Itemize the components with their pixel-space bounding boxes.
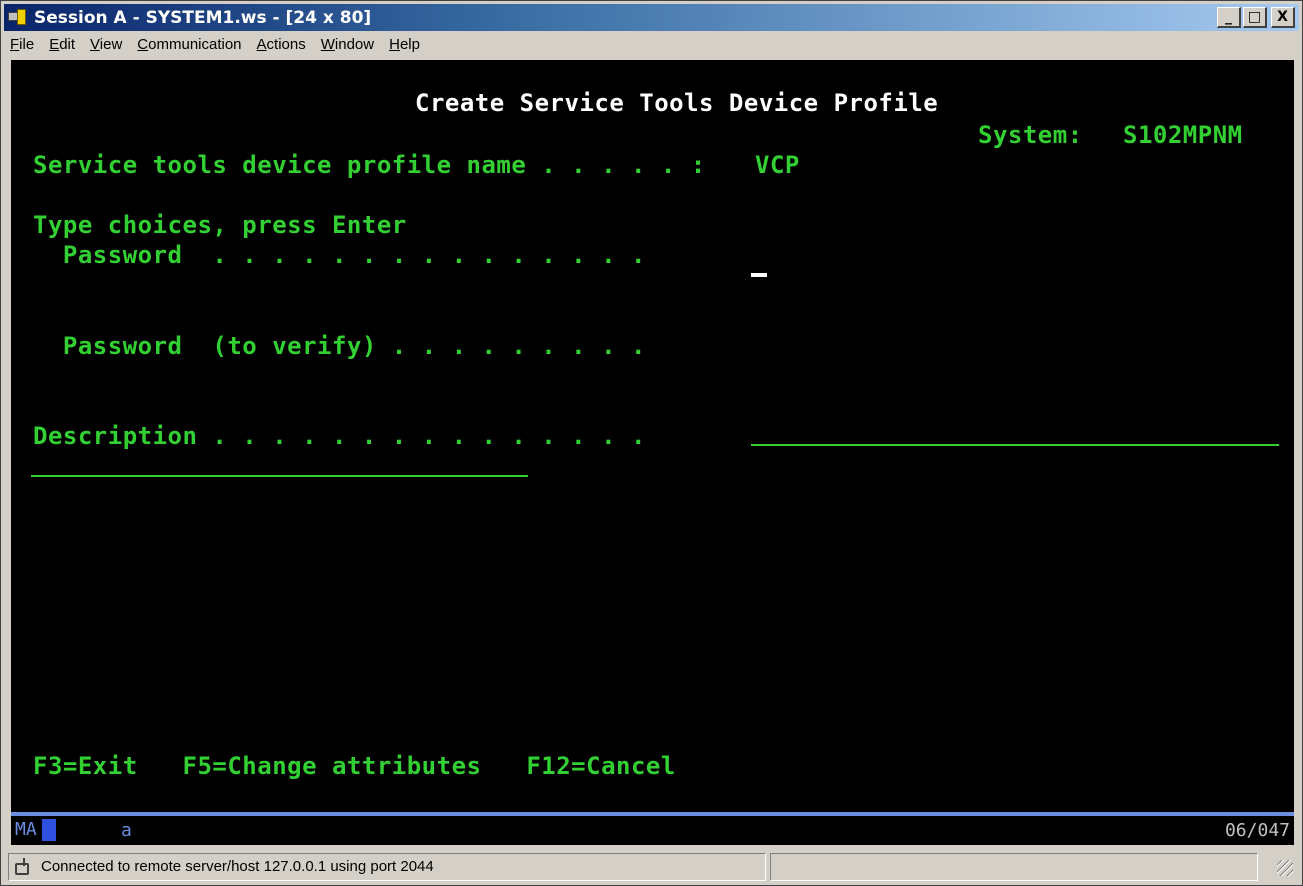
- close-icon: X: [1277, 9, 1288, 25]
- menu-bar: File Edit View Communication Actions Win…: [4, 31, 1299, 58]
- password-verify-field[interactable]: [751, 331, 1271, 361]
- menu-help-mnemonic: H: [389, 36, 400, 53]
- resize-grip-icon[interactable]: [1277, 860, 1293, 876]
- status-message: Connected to remote server/host 127.0.0.…: [41, 858, 434, 875]
- description-label: Description . . . . . . . . . . . . . . …: [33, 422, 646, 450]
- menu-file[interactable]: File: [10, 36, 34, 53]
- menu-edit-mnemonic: E: [49, 36, 60, 53]
- password-field[interactable]: [751, 273, 767, 277]
- title-bar[interactable]: Session A - SYSTEM1.ws - [24 x 80] _ □ X: [4, 4, 1299, 31]
- ma-indicator: MA: [15, 819, 37, 840]
- menu-help[interactable]: Help: [389, 36, 420, 53]
- ma-block: [42, 819, 56, 841]
- profile-name-value: VCP: [755, 151, 800, 179]
- terminal-screen[interactable]: Create Service Tools Device Profile Syst…: [11, 60, 1294, 812]
- screen-heading: Create Service Tools Device Profile: [415, 89, 939, 117]
- menu-communication-mnemonic: C: [137, 36, 149, 53]
- profile-name-label: Service tools device profile name . . . …: [33, 151, 706, 179]
- menu-help-rest: elp: [399, 36, 420, 53]
- status-pane-main: Connected to remote server/host 127.0.0.…: [8, 852, 766, 881]
- status-pane-secondary: [770, 852, 1258, 881]
- menu-communication[interactable]: Communication: [137, 36, 241, 53]
- close-button[interactable]: X: [1271, 7, 1295, 28]
- instruction-text: Type choices, press Enter: [33, 211, 407, 239]
- menu-actions[interactable]: Actions: [257, 36, 306, 53]
- menu-window-mnemonic: W: [320, 36, 335, 53]
- description-field[interactable]: [751, 444, 1279, 446]
- minimize-button[interactable]: _: [1217, 7, 1241, 28]
- menu-view-mnemonic: V: [90, 36, 100, 53]
- menu-communication-rest: ommunication: [148, 36, 242, 53]
- menu-actions-mnemonic: A: [256, 36, 267, 53]
- function-keys: F3=Exit F5=Change attributes F12=Cancel: [33, 752, 676, 780]
- menu-file-rest: ile: [19, 36, 35, 53]
- minimize-icon: _: [1225, 9, 1232, 25]
- menu-view[interactable]: View: [90, 36, 122, 53]
- operator-information-area: MA a 06/047: [11, 816, 1294, 845]
- maximize-button[interactable]: □: [1243, 7, 1267, 28]
- menu-window-rest: indow: [334, 36, 375, 53]
- menu-window[interactable]: Window: [321, 36, 374, 53]
- maximize-icon: □: [1247, 9, 1262, 25]
- emulator-app-icon[interactable]: [8, 8, 30, 28]
- emulator-window: Session A - SYSTEM1.ws - [24 x 80] _ □ X…: [0, 0, 1303, 886]
- system-value: S102MPNM: [1123, 121, 1243, 149]
- password-label: Password . . . . . . . . . . . . . . .: [33, 241, 646, 269]
- cursor-position: 06/047: [1224, 820, 1290, 841]
- menu-edit[interactable]: Edit: [49, 36, 75, 53]
- description-field-continuation[interactable]: [31, 475, 528, 477]
- menu-edit-rest: dit: [59, 36, 76, 53]
- window-title: Session A - SYSTEM1.ws - [24 x 80]: [34, 7, 372, 28]
- input-mode-indicator: a: [121, 820, 132, 841]
- system-label: System:: [978, 121, 1083, 149]
- connection-icon: [13, 857, 35, 877]
- menu-actions-rest: ctions: [266, 36, 306, 53]
- password-verify-label: Password (to verify) . . . . . . . . .: [33, 332, 646, 360]
- menu-file-mnemonic: F: [10, 36, 20, 53]
- menu-view-rest: iew: [99, 36, 123, 53]
- status-bar: Connected to remote server/host 127.0.0.…: [4, 850, 1299, 883]
